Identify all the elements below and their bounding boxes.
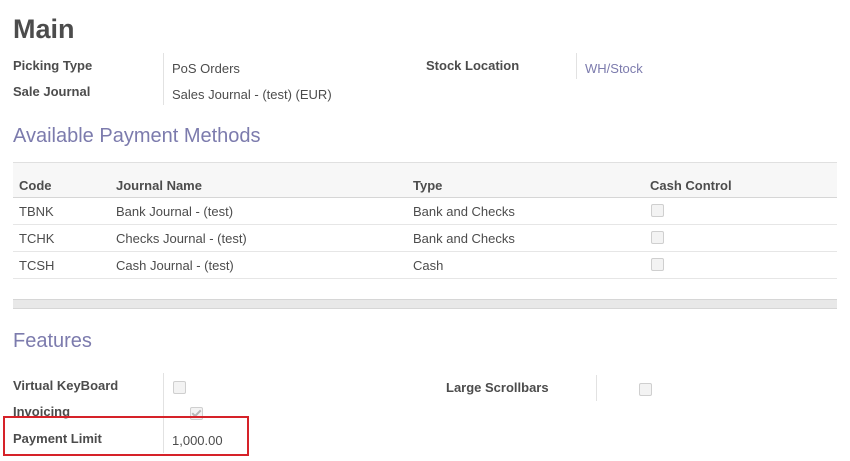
virtual-keyboard-checkbox[interactable] — [173, 381, 186, 395]
cell-journal: Checks Journal - (test) — [110, 224, 407, 252]
stock-location-label: Stock Location — [426, 58, 520, 73]
cell-cash-control — [644, 224, 837, 252]
large-scrollbars-checkbox[interactable] — [639, 383, 653, 397]
cell-journal: Cash Journal - (test) — [110, 251, 407, 279]
cash-control-checkbox[interactable] — [651, 230, 664, 244]
cell-code: TCSH — [13, 251, 110, 279]
features-title: Features — [13, 330, 92, 352]
payment-methods-title: Available Payment Methods — [13, 125, 261, 147]
field-separator — [163, 53, 164, 105]
virtual-keyboard-label: Virtual KeyBoard — [13, 378, 119, 393]
cash-control-checkbox[interactable] — [651, 203, 664, 217]
cell-cash-control — [644, 251, 837, 279]
stock-location-link[interactable]: WH/Stock — [585, 61, 643, 76]
field-separator — [596, 375, 597, 401]
payment-limit-highlight — [3, 416, 249, 456]
payment-methods-table: Code Journal Name Type Cash Control TBNK… — [13, 162, 837, 279]
cell-journal: Bank Journal - (test) — [110, 197, 407, 225]
cell-cash-control — [644, 197, 837, 225]
cell-type: Cash — [407, 251, 644, 279]
table-row[interactable]: TCHK Checks Journal - (test) Bank and Ch… — [13, 224, 837, 252]
sale-journal-value[interactable]: Sales Journal - (test) (EUR) — [172, 87, 332, 102]
column-header-type[interactable]: Type — [407, 162, 644, 198]
picking-type-value[interactable]: PoS Orders — [172, 61, 240, 76]
cell-type: Bank and Checks — [407, 197, 644, 225]
section-divider — [13, 299, 837, 309]
cell-type: Bank and Checks — [407, 224, 644, 252]
cell-code: TCHK — [13, 224, 110, 252]
table-row[interactable]: TCSH Cash Journal - (test) Cash — [13, 251, 837, 279]
column-header-journal-name[interactable]: Journal Name — [110, 162, 407, 198]
cell-code: TBNK — [13, 197, 110, 225]
large-scrollbars-label: Large Scrollbars — [446, 380, 549, 395]
column-header-cash-control[interactable]: Cash Control — [644, 162, 837, 198]
field-separator — [576, 53, 577, 79]
page-title: Main — [13, 14, 75, 44]
picking-type-label: Picking Type — [13, 58, 93, 73]
column-header-code[interactable]: Code — [13, 162, 110, 198]
table-row[interactable]: TBNK Bank Journal - (test) Bank and Chec… — [13, 197, 837, 225]
cash-control-checkbox[interactable] — [651, 257, 664, 271]
table-header-row: Code Journal Name Type Cash Control — [13, 162, 837, 198]
sale-journal-label: Sale Journal — [13, 84, 91, 99]
